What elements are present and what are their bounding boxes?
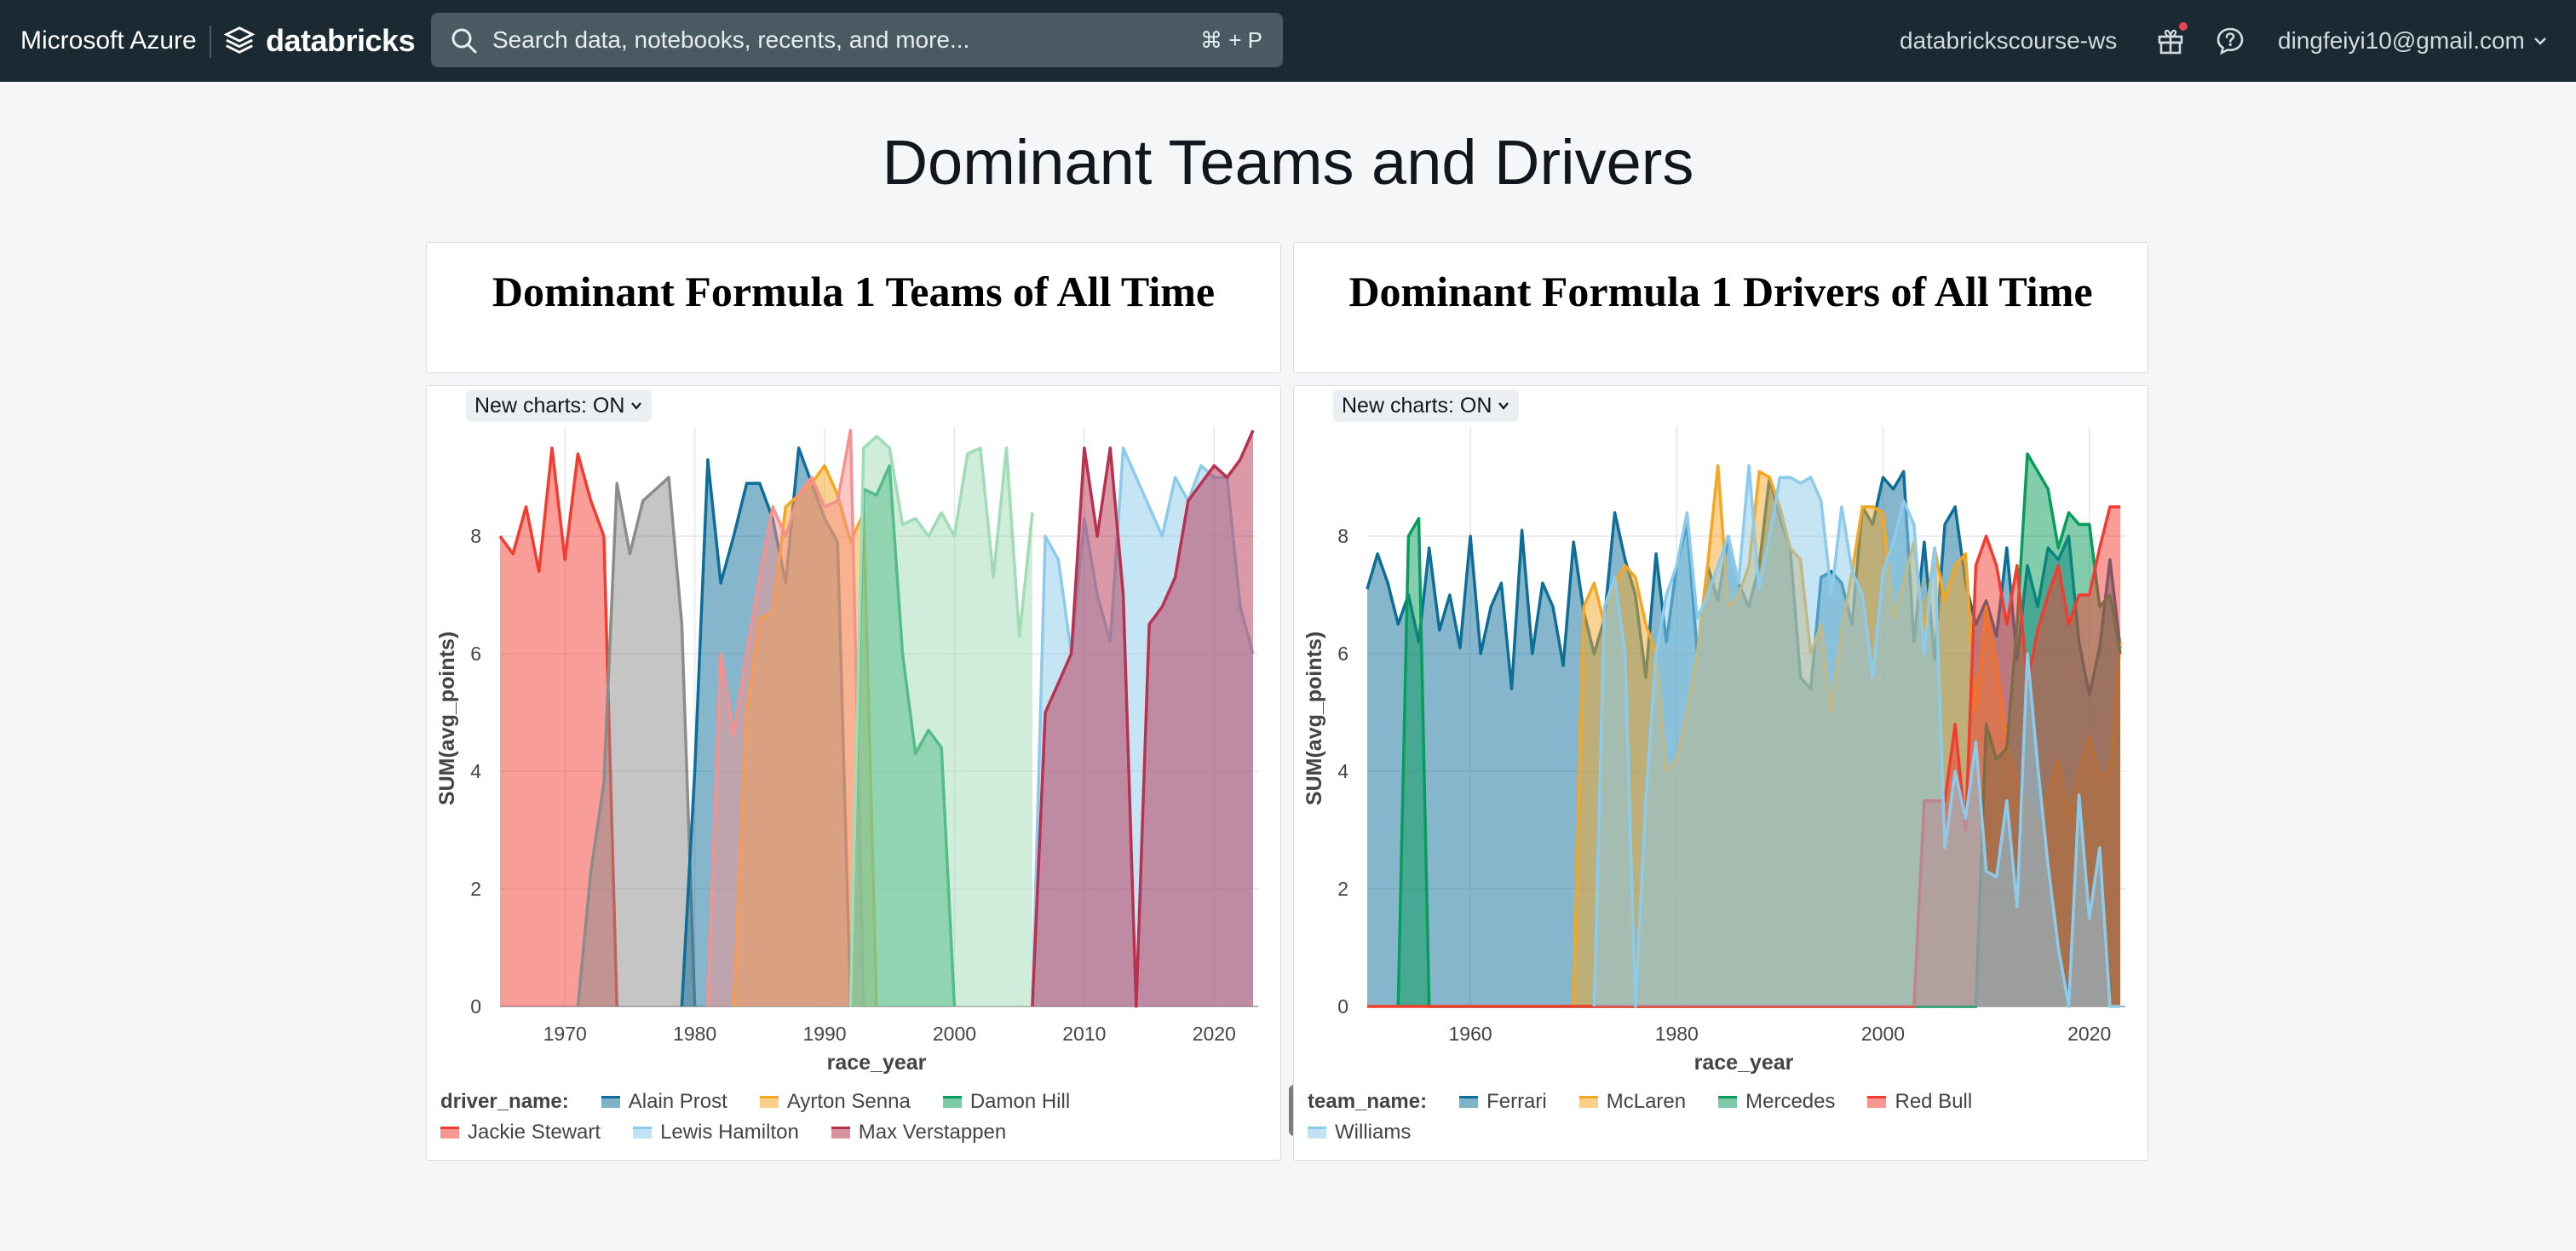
drivers-tile-heading: Dominant Formula 1 Drivers of All Time [1348,268,2093,315]
legend-swatch [1867,1096,1887,1108]
workspace-name[interactable]: databrickscourse-ws [1900,0,2117,82]
y-tick-label: 6 [1337,643,1348,665]
legend-label: Lewis Hamilton [660,1121,799,1144]
x-tick-label: 2020 [1193,1023,1236,1045]
legend-item[interactable]: McLaren [1578,1090,1687,1114]
x-tick-label: 2020 [2067,1023,2111,1045]
legend-item[interactable]: Jackie Stewart [440,1121,601,1144]
legend-row: Jackie Stewart Lewis Hamilton Max Verstapp… [440,1117,1258,1148]
legend-label: Jackie Stewart [468,1121,601,1144]
x-tick-label: 2010 [1062,1023,1106,1045]
legend-label: Ferrari [1486,1090,1547,1113]
user-account-menu[interactable]: dingfeiyi10@gmail.com [2278,0,2549,82]
search-icon [451,28,477,54]
chevron-down-icon [2534,37,2546,45]
drivers-title-tile: Dominant Formula 1 Drivers of All Time [1293,242,2148,373]
legend-swatch [942,1096,962,1108]
legend-swatch [759,1096,779,1108]
y-tick-label: 0 [470,995,481,1018]
x-tick-label: 1990 [802,1023,846,1045]
y-tick-label: 8 [470,525,481,547]
legend-row: driver_name: Alain Prost Ayrton Senna Damon… [440,1087,1258,1117]
team-legend: team_name: Ferrari McLaren Mercedes Red Bull… [1308,1087,2125,1148]
legend-item[interactable]: Williams [1308,1121,1411,1144]
legend-item[interactable]: Max Verstappen [831,1121,1006,1144]
search-placeholder: Search data, notebooks, recents, and mor… [492,26,970,53]
help-question-icon [2217,27,2244,55]
x-tick-label: 1980 [673,1023,716,1045]
y-axis-title: SUM(avg_points) [435,631,459,805]
legend-item[interactable]: Red Bull [1867,1090,1972,1114]
x-tick-label: 2000 [1861,1023,1905,1045]
y-tick-label: 0 [1337,995,1348,1018]
dashboard-title: Dominant Teams and Drivers [882,127,1694,198]
x-axis-title: race_year [1694,1051,1794,1075]
legend-label: Mercedes [1745,1090,1836,1113]
user-email: dingfeiyi10@gmail.com [2278,27,2525,54]
legend-title: team_name: [1308,1090,1428,1113]
legend-label: Red Bull [1895,1090,1973,1113]
y-tick-label: 4 [470,760,481,782]
y-tick-label: 2 [1337,878,1348,900]
x-tick-label: 1960 [1449,1023,1492,1045]
legend-item[interactable]: Damon Hill [942,1090,1071,1114]
driver-points-chart-tile[interactable]: New charts: ON 0 2 4 6 8 1970 1980 1990 2000 2010… [426,385,1299,1161]
legend-label: Damon Hill [969,1090,1071,1113]
global-search-bar[interactable]: Search data, notebooks, recents, and mor… [431,13,1283,67]
x-tick-label: 2000 [933,1023,976,1045]
legend-swatch [1578,1096,1598,1108]
teams-tile-heading: Dominant Formula 1 Teams of All Time [492,268,1216,315]
team-points-chart-tile[interactable]: New charts: ON 0 2 4 6 8 1960 1980 2000 2020 race… [1293,385,2148,1161]
driver-points-area-chart[interactable]: 0 2 4 6 8 1970 1980 1990 2000 2010 2020 race_year SU… [427,386,1282,1085]
legend-label: McLaren [1606,1090,1687,1113]
legend-item[interactable]: Ayrton Senna [759,1090,911,1114]
y-axis-title: SUM(avg_points) [1302,631,1326,805]
legend-swatch [633,1127,653,1139]
teams-title-tile: Dominant Formula 1 Teams of All Time [426,242,1281,373]
x-tick-label: 1980 [1655,1023,1699,1045]
legend-label: Max Verstappen [858,1121,1007,1144]
brand-divider [210,26,211,58]
legend-swatch [440,1127,459,1139]
legend-title: driver_name: [440,1090,569,1113]
series-7-area[interactable] [850,435,1032,1006]
databricks-wordmark: databricks [266,23,416,58]
driver-legend: driver_name: Alain Prost Ayrton Senna Damon… [440,1087,1258,1148]
databricks-logo[interactable]: databricks [223,20,416,61]
y-tick-label: 2 [470,878,481,900]
microsoft-azure-brand[interactable]: Microsoft Azure [20,0,197,82]
legend-row: team_name: Ferrari McLaren Mercedes Red Bull [1308,1087,2125,1117]
y-tick-label: 4 [1337,760,1348,782]
legend-swatch [1308,1127,1326,1139]
databricks-stack-icon [223,26,256,54]
x-axis-title: race_year [827,1051,927,1075]
legend-swatch [1718,1096,1738,1108]
y-tick-label: 6 [470,643,481,665]
notification-dot [2179,22,2188,31]
x-tick-label: 1970 [543,1023,587,1045]
legend-label: Williams [1335,1121,1412,1144]
legend-label: Ayrton Senna [786,1090,911,1113]
help-button[interactable] [2215,26,2245,56]
legend-swatch [601,1096,620,1108]
legend-item[interactable]: Lewis Hamilton [633,1121,799,1144]
legend-item[interactable]: Mercedes [1718,1090,1835,1114]
search-shortcut-hint: ⌘ + P [1200,27,1262,53]
y-tick-label: 8 [1337,525,1348,547]
legend-item[interactable]: Ferrari [1459,1090,1547,1114]
top-navigation-bar: Microsoft Azure databricks Search data, … [0,0,2576,82]
legend-row: Williams [1308,1117,2125,1148]
team-points-area-chart[interactable]: 0 2 4 6 8 1960 1980 2000 2020 race_year SUM(avg_po… [1294,386,2149,1085]
legend-label: Alain Prost [628,1090,727,1113]
legend-item[interactable]: Alain Prost [601,1090,727,1114]
legend-swatch [831,1127,850,1139]
legend-swatch [1459,1096,1479,1108]
